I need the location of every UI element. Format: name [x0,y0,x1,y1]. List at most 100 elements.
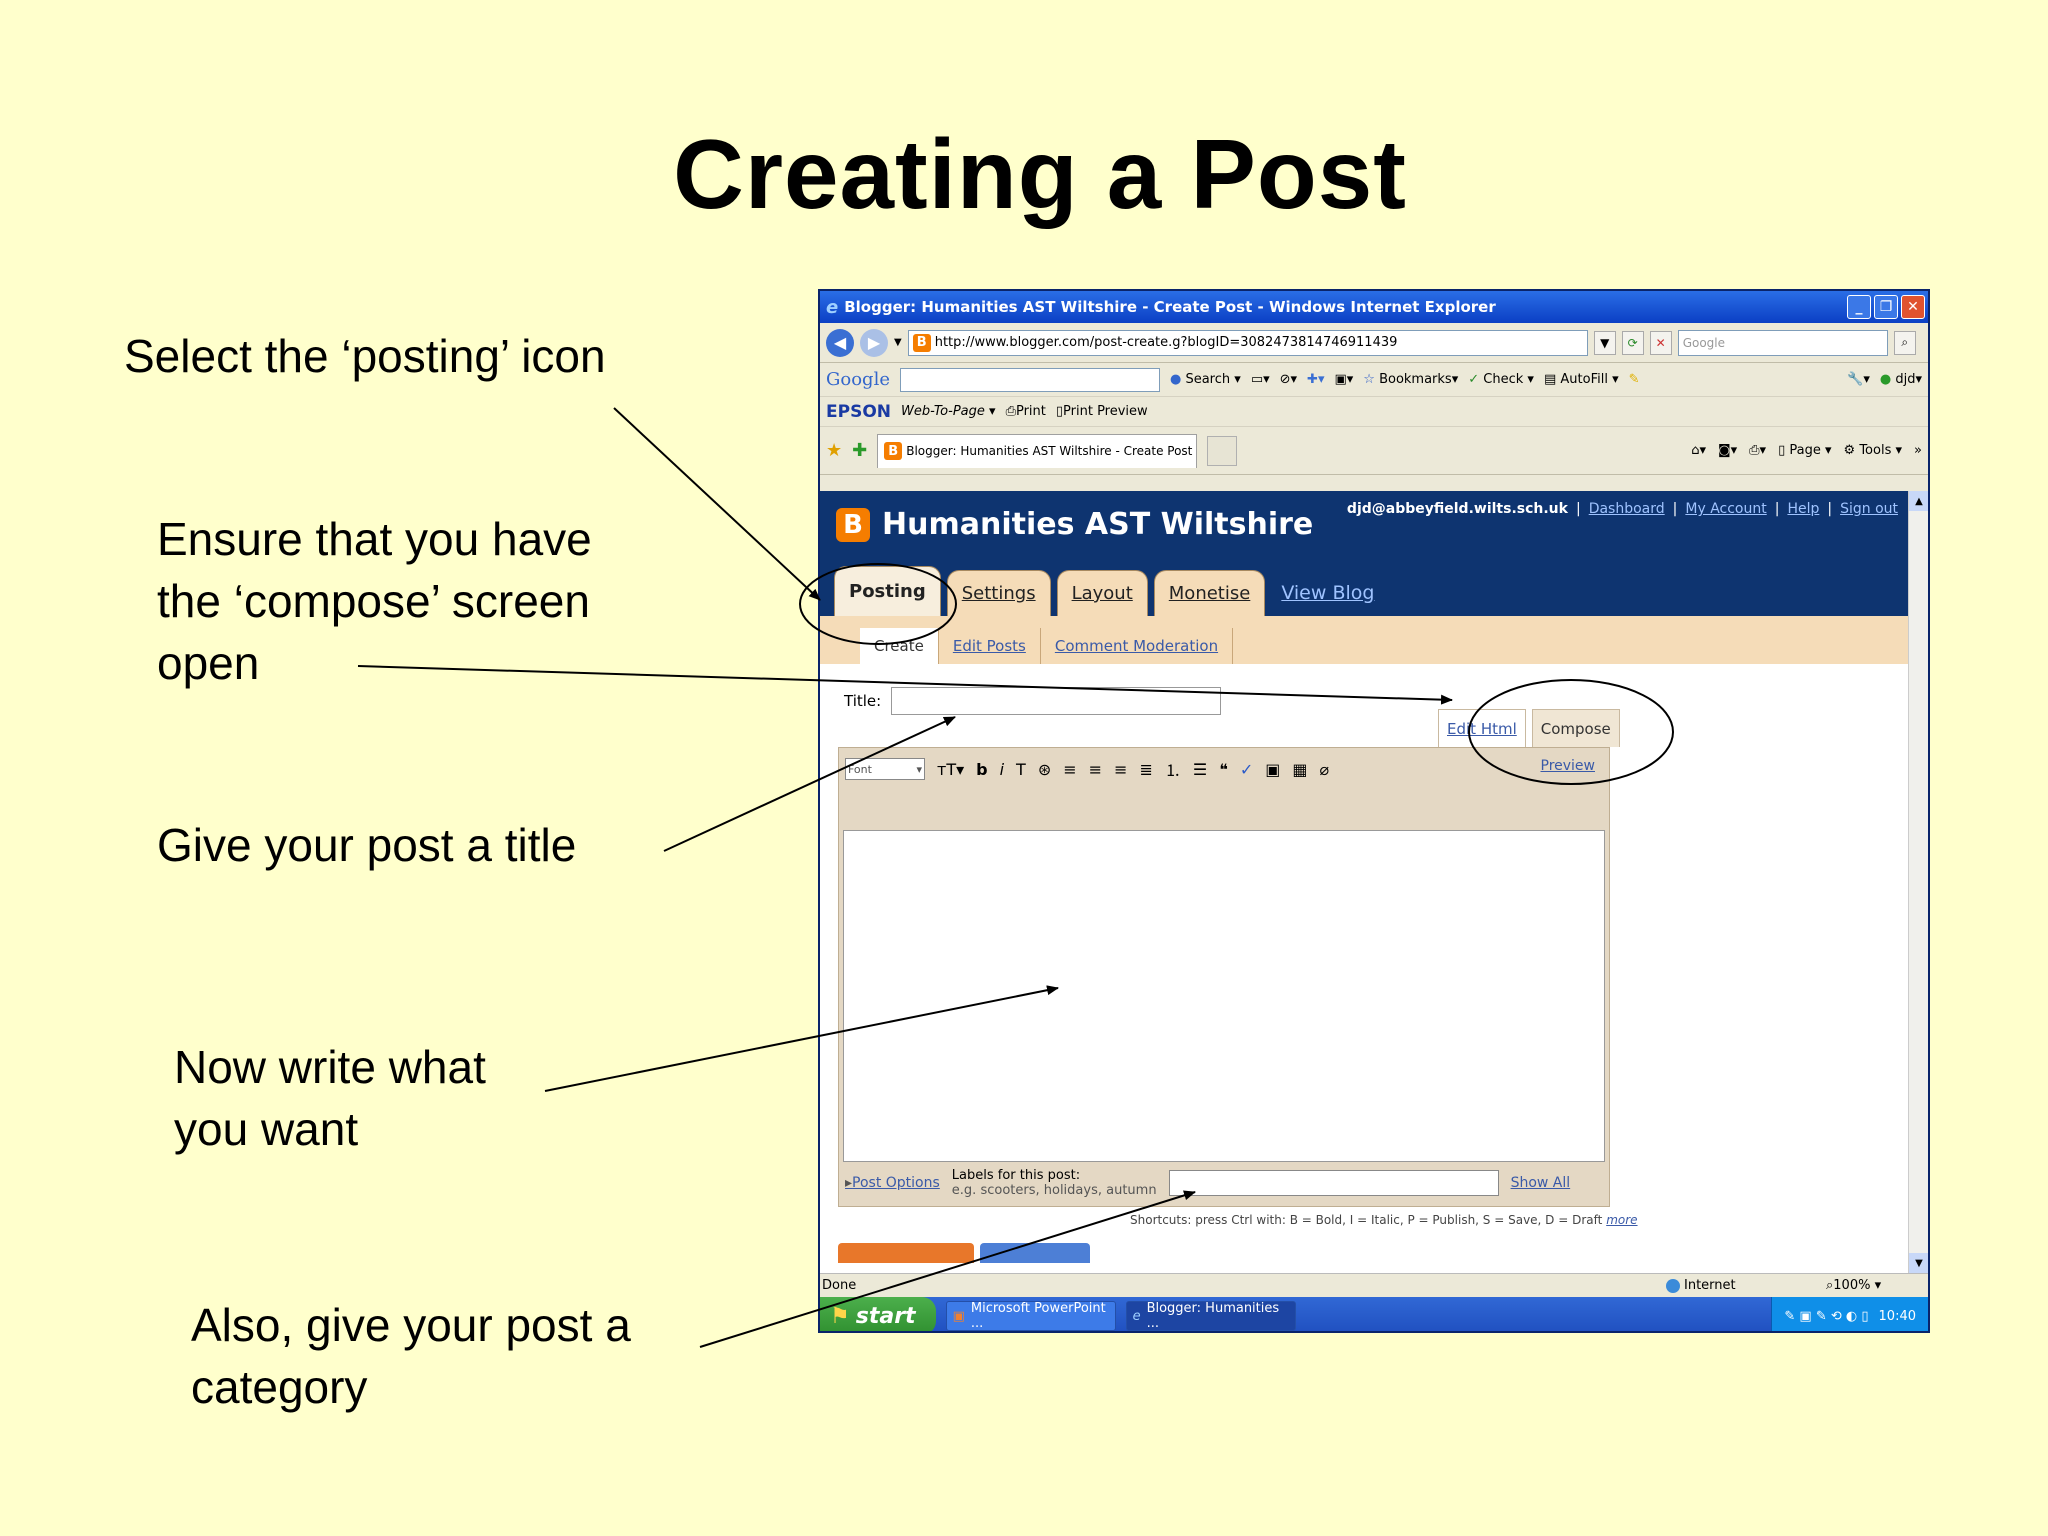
print-button[interactable]: ⎙Print [1006,404,1046,419]
window-icon[interactable]: ▣▾ [1334,372,1353,387]
printer-icon[interactable]: ⎙▾ [1749,443,1766,458]
scroll-up-icon[interactable]: ▲ [1909,491,1928,511]
text-color-icon[interactable]: T [1016,760,1026,779]
main-tabs: Posting Settings Layout Monetise View Bl… [834,566,1384,616]
epson-toolbar: EPSON Web-To-Page ▾ ⎙Print ▯Print Previe… [820,397,1928,427]
tab-settings[interactable]: Settings [946,570,1051,616]
posting-subtabs: Create Edit Posts Comment Moderation [820,616,1910,664]
italic-icon[interactable]: i [1000,760,1004,779]
window-titlebar[interactable]: e Blogger: Humanities AST Wiltshire - Cr… [820,291,1928,323]
epson-logo: EPSON [826,401,891,422]
preview-link[interactable]: Preview [1541,758,1596,774]
web-to-page-menu[interactable]: Web-To-Page ▾ [901,404,996,419]
annotation-line: open [157,637,260,689]
post-title-input[interactable] [891,687,1222,715]
tab-layout[interactable]: Layout [1056,570,1148,616]
edit-html-tab[interactable]: Edit Html [1438,709,1526,747]
print-preview-button[interactable]: ▯Print Preview [1056,404,1148,419]
help-link[interactable]: Help [1787,501,1819,517]
check-button[interactable]: ✓ Check ▾ [1468,372,1534,387]
sign-out-link[interactable]: Sign out [1840,501,1898,517]
refresh-icon[interactable]: ⟳ [1621,330,1644,355]
labels-input[interactable] [1168,1170,1499,1196]
back-arrow-icon[interactable]: ◀ [826,328,854,357]
compose-tab[interactable]: Compose [1531,709,1620,747]
autofill-button[interactable]: ▤ AutoFill ▾ [1544,372,1619,387]
close-icon[interactable]: ✕ [1901,295,1925,319]
shortcuts-more-link[interactable]: more [1606,1213,1637,1227]
eraser-icon[interactable]: ⌀ [1319,760,1329,779]
vertical-scrollbar[interactable]: ▲ ▼ [1908,491,1928,1273]
blockquote-icon[interactable]: ❝ [1219,760,1228,779]
numbered-list-icon[interactable]: ⒈ [1165,757,1181,781]
feeds-icon[interactable]: ◙▾ [1718,443,1737,458]
title-label: Title: [844,692,882,710]
align-left-icon[interactable]: ≡ [1063,760,1076,779]
my-account-link[interactable]: My Account [1685,501,1766,517]
forward-arrow-icon[interactable]: ▶ [860,328,888,357]
minimize-icon[interactable]: _ [1847,295,1871,319]
show-all-link[interactable]: Show All [1511,1175,1571,1191]
chevron-right-icon[interactable]: » [1914,443,1922,458]
tools-menu[interactable]: ⚙ Tools ▾ [1844,443,1903,458]
post-options-link[interactable]: ▸Post Options [845,1175,940,1191]
wrench-icon[interactable]: 🔧▾ [1847,372,1870,387]
windows-flag-icon: ⚑ [830,1303,850,1329]
align-right-icon[interactable]: ≡ [1114,760,1127,779]
subtab-comment-moderation[interactable]: Comment Moderation [1041,628,1234,664]
google-search-button[interactable]: ● Search ▾ [1170,372,1241,387]
url-input[interactable]: B http://www.blogger.com/post-create.g?b… [907,329,1588,356]
view-blog-link[interactable]: View Blog [1271,582,1384,616]
image-icon[interactable]: ▣ [1265,760,1280,779]
link-icon[interactable]: ⊛ [1038,760,1051,779]
annotation-text: Give your post a title [157,819,577,871]
video-icon[interactable]: ▦ [1292,760,1307,779]
justify-icon[interactable]: ≣ [1139,760,1152,779]
spellcheck-icon[interactable]: ✓ [1240,760,1253,779]
bullet-list-icon[interactable]: ☰ [1193,760,1207,779]
subtab-create[interactable]: Create [860,628,939,664]
post-body-editor[interactable] [843,830,1605,1162]
publish-button[interactable] [838,1243,974,1263]
highlighter-icon[interactable]: ✎ [1629,372,1640,387]
home-icon[interactable]: ⌂▾ [1691,443,1706,458]
bold-icon[interactable]: b [976,760,987,779]
blogger-header: B Humanities AST Wiltshire djd@abbeyfiel… [820,491,1910,616]
google-toolbar-input[interactable] [899,367,1160,392]
font-select[interactable]: Font ▾ [845,758,925,780]
annotation-line: you want [174,1103,359,1155]
plus-icon[interactable]: ✚▾ [1307,372,1324,387]
subtab-edit-posts[interactable]: Edit Posts [939,628,1041,664]
bookmarks-button[interactable]: ☆ Bookmarks▾ [1363,372,1458,387]
tab-blogger-create-post[interactable]: B Blogger: Humanities AST Wiltshire - Cr… [877,433,1198,468]
page-menu[interactable]: ▯ Page ▾ [1778,443,1831,458]
tab-monetise[interactable]: Monetise [1153,570,1266,616]
status-text: Done [822,1278,857,1293]
url-dropdown-icon[interactable]: ▼ [1593,330,1616,355]
zoom-level[interactable]: ⌕100% ▾ [1826,1278,1926,1293]
tray-icons[interactable]: ✎ ▣ ✎ ⟲ ◐ ▯ [1784,1309,1868,1324]
popup-blocker-icon[interactable]: ⊘▾ [1280,372,1297,387]
new-tab-button[interactable] [1207,435,1238,466]
add-favorite-icon[interactable]: ✚ [852,440,867,461]
taskbar-item-blogger[interactable]: e Blogger: Humanities ... [1125,1301,1296,1331]
dashboard-link[interactable]: Dashboard [1589,501,1665,517]
save-button[interactable] [980,1243,1090,1263]
google-account-button[interactable]: ● djd▾ [1880,372,1922,387]
blogger-favicon-icon: B [884,442,903,460]
annotation-line: category [191,1361,368,1413]
pagerank-icon[interactable]: ▭▾ [1251,372,1270,387]
favorites-star-icon[interactable]: ★ [826,440,842,461]
history-dropdown-icon[interactable]: ▼ [894,337,902,348]
scroll-down-icon[interactable]: ▼ [1909,1253,1928,1273]
taskbar-item-powerpoint[interactable]: ▣ Microsoft PowerPoint ... [945,1301,1116,1331]
font-size-icon[interactable]: тT▾ [937,760,964,779]
restore-icon[interactable]: ❐ [1874,295,1898,319]
stop-icon[interactable]: ✕ [1649,330,1672,355]
start-button[interactable]: ⚑ start [820,1297,936,1331]
search-input[interactable]: Google [1677,329,1888,356]
search-icon[interactable]: ⌕ [1893,330,1916,355]
tab-posting[interactable]: Posting [834,566,941,616]
title-row: Title: [844,687,1222,715]
align-center-icon[interactable]: ≡ [1089,760,1102,779]
